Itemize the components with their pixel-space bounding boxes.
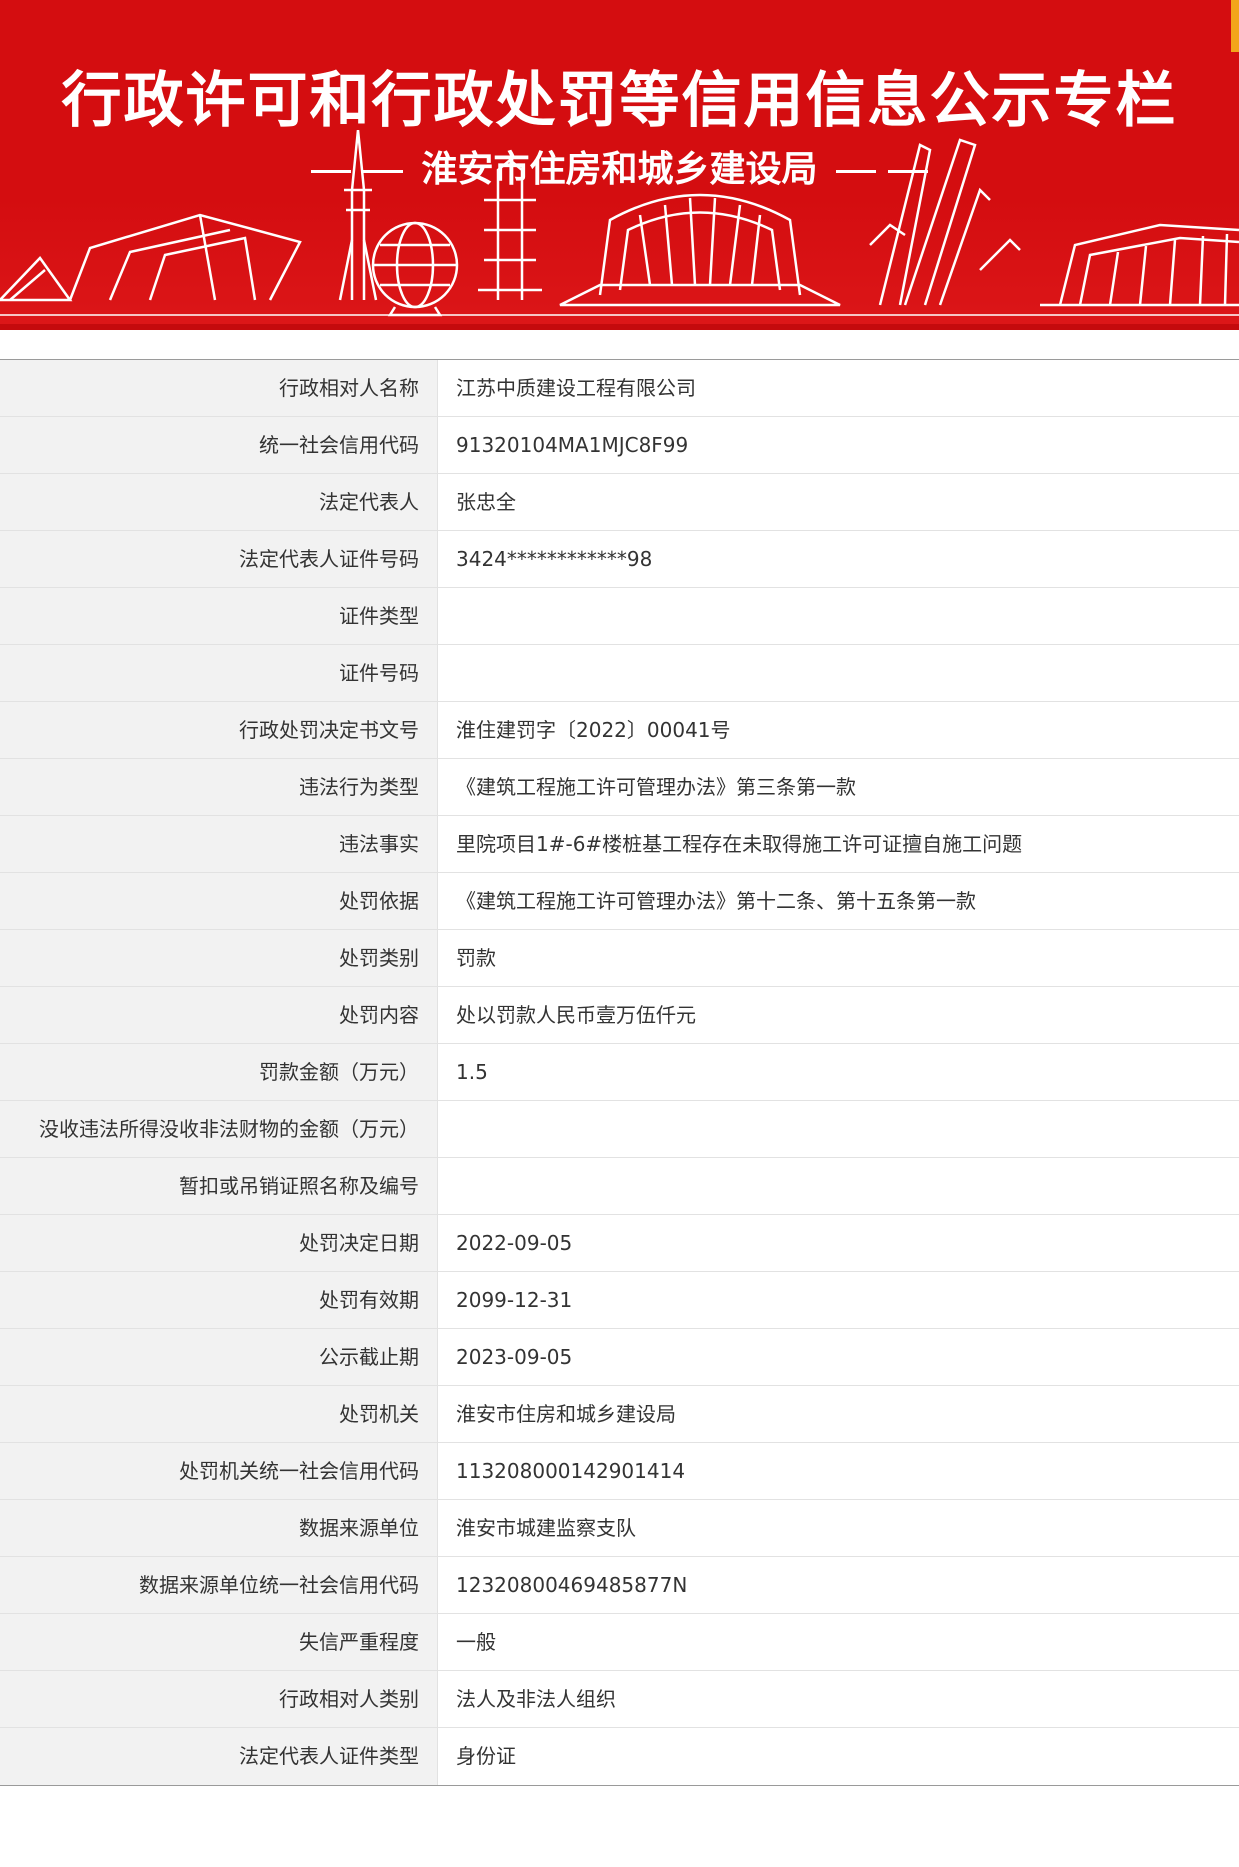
banner-corner-accent — [1231, 0, 1239, 52]
table-row: 行政相对人名称 江苏中质建设工程有限公司 — [0, 360, 1239, 417]
table-row: 行政相对人类别 法人及非法人组织 — [0, 1671, 1239, 1728]
table-row: 违法事实 里院项目1#-6#楼桩基工程存在未取得施工许可证擅自施工问题 — [0, 816, 1239, 873]
table-row: 处罚依据 《建筑工程施工许可管理办法》第十二条、第十五条第一款 — [0, 873, 1239, 930]
row-label: 法定代表人证件号码 — [0, 531, 438, 587]
table-row: 数据来源单位统一社会信用代码 12320800469485877N — [0, 1557, 1239, 1614]
row-label: 行政相对人类别 — [0, 1671, 438, 1727]
row-value: 2099-12-31 — [456, 1288, 573, 1312]
table-row: 法定代表人证件号码 3424************98 — [0, 531, 1239, 588]
table-row: 证件类型 — [0, 588, 1239, 645]
row-label: 失信严重程度 — [0, 1614, 438, 1670]
row-label: 行政相对人名称 — [0, 360, 438, 416]
row-value: 处以罚款人民币壹万伍仟元 — [456, 1003, 696, 1027]
table-row: 法定代表人 张忠全 — [0, 474, 1239, 531]
row-label: 证件类型 — [0, 588, 438, 644]
banner-bottom-edge — [0, 324, 1239, 330]
row-value: 淮安市城建监察支队 — [456, 1516, 636, 1540]
row-label: 处罚类别 — [0, 930, 438, 986]
table-row: 处罚机关 淮安市住房和城乡建设局 — [0, 1386, 1239, 1443]
row-label: 数据来源单位统一社会信用代码 — [0, 1557, 438, 1613]
table-row: 公示截止期 2023-09-05 — [0, 1329, 1239, 1386]
row-value: 法人及非法人组织 — [456, 1687, 616, 1711]
row-value: 罚款 — [456, 946, 496, 970]
table-row: 违法行为类型 《建筑工程施工许可管理办法》第三条第一款 — [0, 759, 1239, 816]
row-value — [438, 645, 1239, 701]
row-value: 91320104MA1MJC8F99 — [456, 433, 689, 457]
table-row: 处罚机关统一社会信用代码 113208000142901414 — [0, 1443, 1239, 1500]
table-row: 处罚类别 罚款 — [0, 930, 1239, 987]
banner-subtitle-text: 淮安市住房和城乡建设局 — [421, 149, 818, 190]
table-row: 统一社会信用代码 91320104MA1MJC8F99 — [0, 417, 1239, 474]
row-label: 统一社会信用代码 — [0, 417, 438, 473]
banner-title: 行政许可和行政处罚等信用信息公示专栏 — [61, 66, 1178, 136]
row-label: 行政处罚决定书文号 — [0, 702, 438, 758]
row-label: 处罚内容 — [0, 987, 438, 1043]
row-label: 违法事实 — [0, 816, 438, 872]
table-row: 没收违法所得没收非法财物的金额（万元） — [0, 1101, 1239, 1158]
row-value: 《建筑工程施工许可管理办法》第三条第一款 — [456, 775, 856, 799]
row-label: 处罚有效期 — [0, 1272, 438, 1328]
row-value: 一般 — [456, 1630, 496, 1654]
row-value — [438, 1158, 1239, 1214]
row-value: 里院项目1#-6#楼桩基工程存在未取得施工许可证擅自施工问题 — [456, 832, 1023, 856]
row-value: 12320800469485877N — [456, 1573, 688, 1597]
row-value: 1.5 — [456, 1060, 488, 1084]
row-label: 法定代表人 — [0, 474, 438, 530]
table-row: 证件号码 — [0, 645, 1239, 702]
row-value — [438, 588, 1239, 644]
row-label: 处罚决定日期 — [0, 1215, 438, 1271]
banner-subtitle: 淮安市住房和城乡建设局 — [0, 140, 1239, 192]
row-value: 淮安市住房和城乡建设局 — [456, 1402, 676, 1426]
row-label: 证件号码 — [0, 645, 438, 701]
row-label: 法定代表人证件类型 — [0, 1728, 438, 1785]
row-label: 处罚机关 — [0, 1386, 438, 1442]
credit-info-table: 行政相对人名称 江苏中质建设工程有限公司 统一社会信用代码 91320104MA1M… — [0, 359, 1239, 1786]
row-value — [438, 1101, 1239, 1157]
row-label: 数据来源单位 — [0, 1500, 438, 1556]
row-value: 淮住建罚字〔2022〕00041号 — [456, 718, 731, 742]
table-row: 暂扣或吊销证照名称及编号 — [0, 1158, 1239, 1215]
dash-decoration — [362, 169, 403, 173]
row-label: 违法行为类型 — [0, 759, 438, 815]
table-row: 处罚内容 处以罚款人民币壹万伍仟元 — [0, 987, 1239, 1044]
row-label: 没收违法所得没收非法财物的金额（万元） — [0, 1101, 438, 1157]
row-label: 处罚依据 — [0, 873, 438, 929]
row-value: 2023-09-05 — [456, 1345, 573, 1369]
row-value: 3424************98 — [456, 547, 653, 571]
table-row: 法定代表人证件类型 身份证 — [0, 1728, 1239, 1785]
row-label: 公示截止期 — [0, 1329, 438, 1385]
table-row: 罚款金额（万元） 1.5 — [0, 1044, 1239, 1101]
row-value: 身份证 — [456, 1744, 516, 1768]
row-value: 2022-09-05 — [456, 1231, 573, 1255]
dash-decoration — [888, 169, 929, 173]
table-row: 数据来源单位 淮安市城建监察支队 — [0, 1500, 1239, 1557]
table-row: 行政处罚决定书文号 淮住建罚字〔2022〕00041号 — [0, 702, 1239, 759]
row-label: 暂扣或吊销证照名称及编号 — [0, 1158, 438, 1214]
header-banner: 行政许可和行政处罚等信用信息公示专栏 淮安市住房和城乡建设局 — [0, 0, 1239, 330]
dash-decoration — [836, 169, 877, 173]
dash-decoration — [310, 169, 351, 173]
table-row: 失信严重程度 一般 — [0, 1614, 1239, 1671]
row-value: 113208000142901414 — [456, 1459, 686, 1483]
table-row: 处罚有效期 2099-12-31 — [0, 1272, 1239, 1329]
row-value: 张忠全 — [456, 490, 516, 514]
row-label: 处罚机关统一社会信用代码 — [0, 1443, 438, 1499]
row-value: 江苏中质建设工程有限公司 — [456, 376, 696, 400]
row-value: 《建筑工程施工许可管理办法》第十二条、第十五条第一款 — [456, 889, 976, 913]
table-row: 处罚决定日期 2022-09-05 — [0, 1215, 1239, 1272]
row-label: 罚款金额（万元） — [0, 1044, 438, 1100]
